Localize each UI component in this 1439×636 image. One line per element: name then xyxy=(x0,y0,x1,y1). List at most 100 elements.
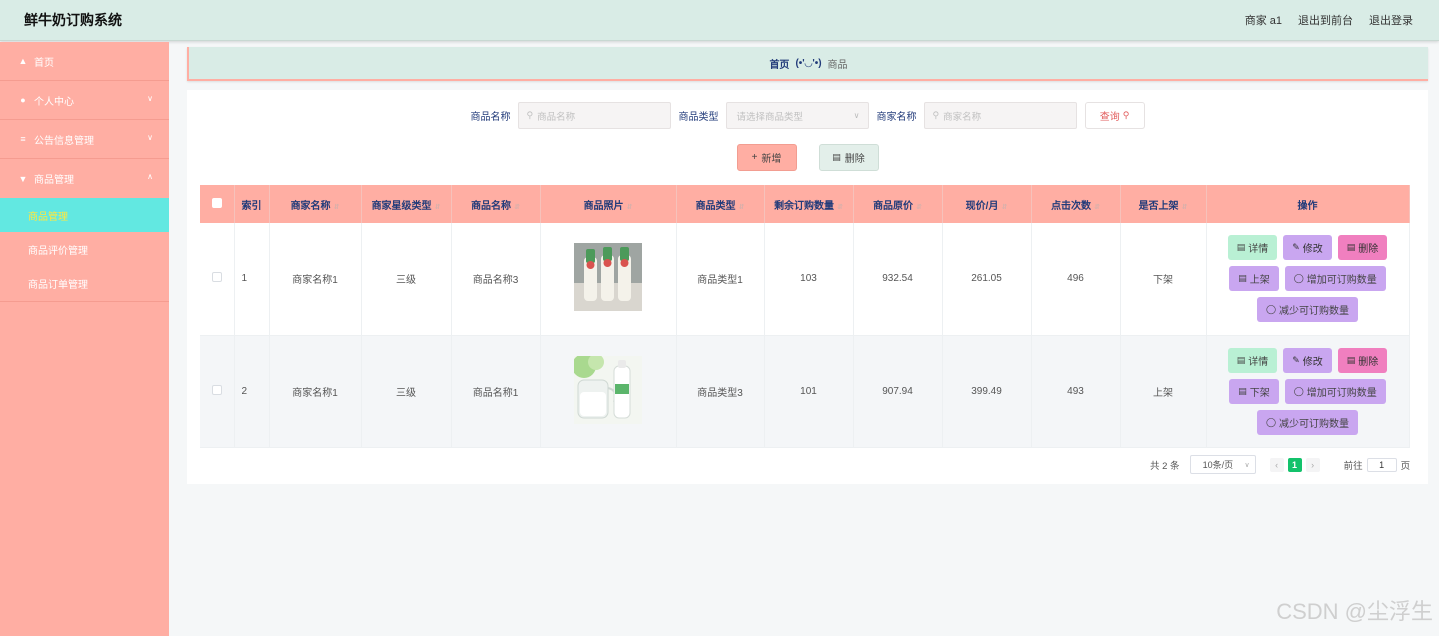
cell-current: 261.05 xyxy=(942,223,1032,336)
page-number-current[interactable]: 1 xyxy=(1287,457,1302,472)
pagination: 共 2 条 10条/页 ∨ ‹ 1 › 前往 1 页 xyxy=(1150,455,1410,474)
sidebar-item-profile[interactable]: ● 个人中心 ∨ xyxy=(0,81,169,120)
front-link[interactable]: 退出到前台 xyxy=(1298,12,1353,28)
col-type[interactable]: 商品类型 ⇵ xyxy=(676,185,765,223)
next-page-icon[interactable]: › xyxy=(1305,457,1320,472)
bulb-icon: ◯ xyxy=(1293,273,1304,284)
query-button[interactable]: 查询 ⚲ xyxy=(1084,102,1145,129)
col-label: 商品原价 xyxy=(873,200,914,212)
row-checkbox[interactable] xyxy=(211,272,222,283)
shelf-on-button[interactable]: ▤ 上架 xyxy=(1229,266,1279,292)
goods-name-label: 商品名称 xyxy=(470,112,511,123)
select-all-checkbox[interactable] xyxy=(211,197,222,208)
cell-clicks: 493 xyxy=(1031,335,1121,448)
shop-name-label: 商家名称 xyxy=(876,112,917,123)
edit-button[interactable]: ✎ 修改 xyxy=(1283,235,1332,261)
goods-name-input[interactable]: ⚲ 商品名称 xyxy=(517,102,671,129)
col-price[interactable]: 商品原价 ⇵ xyxy=(853,185,943,223)
cell-status: 上架 xyxy=(1120,335,1207,448)
cell-status: 下架 xyxy=(1120,223,1207,336)
sort-icon: ⇵ xyxy=(1181,203,1188,211)
shop-name-input[interactable]: ⚲ 商家名称 xyxy=(923,102,1077,129)
sort-icon: ⇵ xyxy=(333,203,340,211)
query-button-label: 查询 xyxy=(1099,112,1120,123)
decrease-stock-button[interactable]: ◯ 减少可订购数量 xyxy=(1256,409,1359,435)
cell-remaining: 101 xyxy=(764,335,854,448)
prev-page-icon[interactable]: ‹ xyxy=(1269,457,1284,472)
col-clicks[interactable]: 点击次数 ⇵ xyxy=(1031,185,1121,223)
row-select-cell xyxy=(200,335,235,448)
shelf-label: 上架 xyxy=(1249,275,1270,287)
delete-button[interactable]: ▤ 删除 xyxy=(1337,347,1388,373)
logout-link[interactable]: 退出登录 xyxy=(1369,12,1413,28)
page-size-select[interactable]: 10条/页 ∨ xyxy=(1189,455,1256,474)
increase-stock-button[interactable]: ◯ 增加可订购数量 xyxy=(1284,378,1386,404)
col-label: 商品类型 xyxy=(695,200,736,212)
product-photo[interactable] xyxy=(574,243,642,312)
sidebar-subitem-goods-review[interactable]: 商品评价管理 xyxy=(0,232,169,266)
goto-page-input[interactable]: 1 xyxy=(1366,457,1397,472)
submenu-goods: 商品管理 商品评价管理 商品订单管理 xyxy=(0,198,169,302)
col-name[interactable]: 商品名称 ⇵ xyxy=(451,185,541,223)
col-shop[interactable]: 商家名称 ⇵ xyxy=(269,185,362,223)
sidebar-item-notices[interactable]: ≡ 公告信息管理 ∨ xyxy=(0,120,169,159)
top-links: 商家 a1 退出到前台 退出登录 xyxy=(1245,12,1413,28)
cell-photo xyxy=(540,223,677,336)
detail-button[interactable]: ▤ 详情 xyxy=(1227,235,1278,261)
increase-stock-button[interactable]: ◯ 增加可订购数量 xyxy=(1284,266,1386,292)
chevron-up-icon: ∧ xyxy=(147,172,153,181)
goods-name-placeholder: 商品名称 xyxy=(537,111,576,123)
delete-label: 删除 xyxy=(1358,244,1379,256)
col-label: 是否上架 xyxy=(1138,200,1179,212)
shop-name-placeholder: 商家名称 xyxy=(943,111,982,123)
col-status[interactable]: 是否上架 ⇵ xyxy=(1120,185,1207,223)
product-photo[interactable] xyxy=(572,353,642,424)
goods-type-select[interactable]: 请选择商品类型 ∨ xyxy=(725,102,869,129)
col-photo[interactable]: 商品照片 ⇵ xyxy=(540,185,677,223)
document-icon: ▤ xyxy=(1236,354,1246,365)
delete-button[interactable]: ▤ 删除 xyxy=(1337,235,1388,261)
menu-icon: ≡ xyxy=(20,134,26,144)
sort-icon: ⇵ xyxy=(738,203,745,211)
edit-button[interactable]: ✎ 修改 xyxy=(1283,347,1332,373)
col-ops: 操作 xyxy=(1206,185,1410,223)
detail-label: 详情 xyxy=(1248,356,1269,368)
user-icon: ● xyxy=(20,95,26,105)
increase-label: 增加可订购数量 xyxy=(1306,387,1377,399)
col-label: 商品名称 xyxy=(471,200,512,212)
cell-index: 1 xyxy=(234,223,270,336)
detail-button[interactable]: ▤ 详情 xyxy=(1227,347,1278,373)
sort-icon: ⇵ xyxy=(514,203,520,211)
table-row: 1 商家名称1 三级 商品名称3 商品类型1 103 932.54 261.05… xyxy=(200,223,1410,336)
cell-star: 三级 xyxy=(361,223,452,336)
sidebar-item-goods[interactable]: ▼ 商品管理 ∧ xyxy=(0,159,169,198)
add-button[interactable]: + 新增 xyxy=(736,144,797,171)
select-all-cell xyxy=(200,185,235,223)
row-select-cell xyxy=(200,223,235,336)
goods-type-label: 商品类型 xyxy=(678,112,719,123)
breadcrumb-home[interactable]: 首页 xyxy=(769,56,789,71)
col-star[interactable]: 商家星级类型 ⇵ xyxy=(361,185,452,223)
decrease-stock-button[interactable]: ◯ 减少可订购数量 xyxy=(1256,297,1359,323)
cell-type: 商品类型1 xyxy=(676,223,765,336)
sidebar-subitem-goods-manage[interactable]: 商品管理 xyxy=(0,198,169,232)
sidebar-item-home[interactable]: ▲ 首页 xyxy=(0,42,169,81)
shelf-off-button[interactable]: ▤ 下架 xyxy=(1229,378,1279,404)
chevron-down-icon: ∨ xyxy=(853,111,860,120)
sidebar-subitem-goods-orders[interactable]: 商品订单管理 xyxy=(0,266,169,300)
cell-photo xyxy=(540,335,677,448)
add-button-label: 新增 xyxy=(761,154,782,165)
table-header: 索引 商家名称 ⇵ 商家星级类型 ⇵ 商品名称 ⇵ 商品照片 ⇵ 商品类型 ⇵ 剩余订购数… xyxy=(200,185,1410,223)
increase-label: 增加可订购数量 xyxy=(1306,275,1377,287)
sidebar-item-label: 公告信息管理 xyxy=(34,135,94,147)
col-current[interactable]: 现价/月 ⇵ xyxy=(942,185,1032,223)
cell-remaining: 103 xyxy=(764,223,854,336)
batch-delete-button[interactable]: ▤ 删除 xyxy=(818,144,879,171)
current-user: 商家 a1 xyxy=(1244,15,1282,27)
sidebar-item-label: 首页 xyxy=(34,57,54,69)
col-remaining[interactable]: 剩余订购数量 ⇵ xyxy=(764,185,854,223)
row-checkbox[interactable] xyxy=(211,384,222,395)
breadcrumb-separator: (•'◡'•) xyxy=(795,57,822,69)
col-label: 商品照片 xyxy=(583,200,624,212)
trash-icon: ▤ xyxy=(832,152,841,162)
